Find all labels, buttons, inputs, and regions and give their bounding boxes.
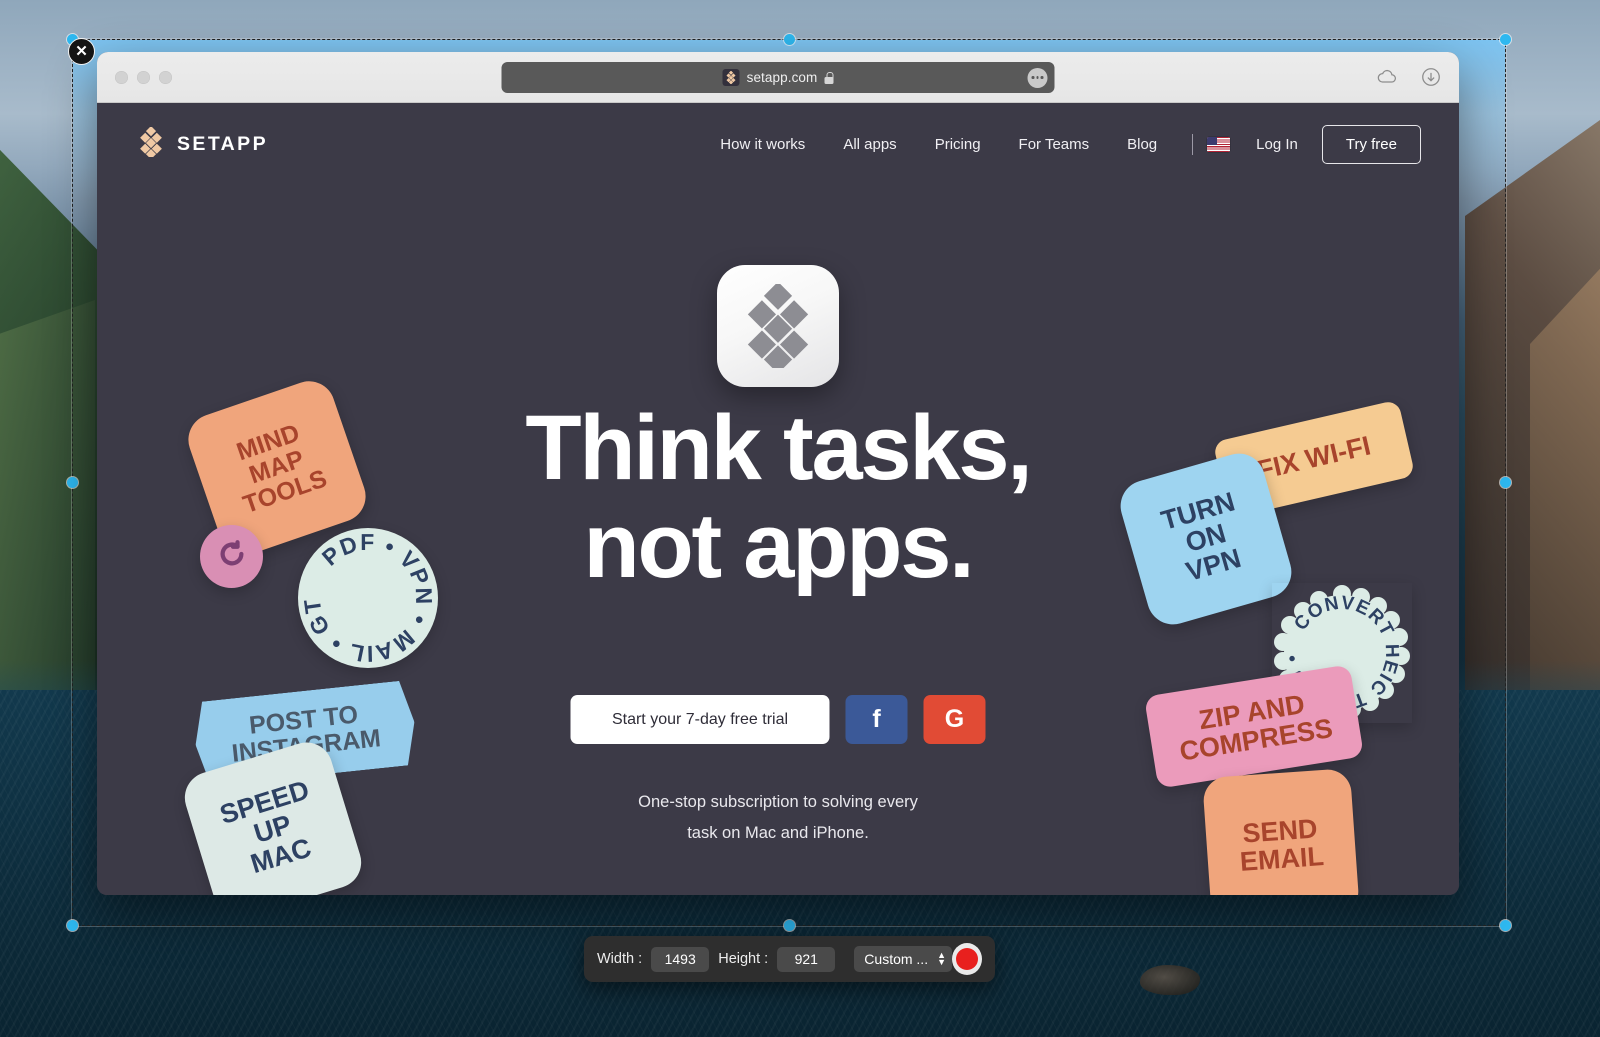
address-bar[interactable]: setapp.com [502,62,1055,93]
selection-handle-top-center[interactable] [784,34,795,45]
sticker-pdf-vpn-mail-gtd: PDF • VPN • MAIL • GTD • [298,528,438,668]
minimize-window-button[interactable] [137,71,150,84]
sticker-email-line-2: EMAIL [1239,843,1325,877]
nav-divider [1192,134,1193,155]
browser-window: setapp.com [97,52,1459,895]
selection-handle-bottom-center[interactable] [784,920,795,931]
height-input[interactable]: 921 [777,947,835,972]
selection-handle-bottom-left[interactable] [67,920,78,931]
nav-link-how-it-works[interactable]: How it works [701,136,824,153]
wallpaper-mountain-left-2 [0,300,95,720]
nav-link-pricing[interactable]: Pricing [916,136,1000,153]
setapp-landing-page: SETAPP How it works All apps Pricing For… [97,103,1459,895]
selection-handle-middle-left[interactable] [67,477,78,488]
zoom-window-button[interactable] [159,71,172,84]
us-flag-icon[interactable] [1207,137,1230,152]
chevron-up-down-icon: ▲▼ [937,953,946,965]
downloads-icon[interactable] [1420,66,1442,88]
brand-wordmark: SETAPP [177,133,268,156]
width-label: Width : [597,951,642,967]
sticker-send-email: SEND EMAIL [1202,768,1360,895]
browser-titlebar: setapp.com [97,52,1459,103]
google-signup-button[interactable]: G [924,695,986,744]
wallpaper-rock [1140,965,1200,995]
login-link[interactable]: Log In [1248,136,1306,153]
start-free-trial-button[interactable]: Start your 7-day free trial [571,695,830,744]
preset-select[interactable]: Custom ... ▲▼ [854,946,952,972]
close-icon[interactable]: ✕ [68,38,95,65]
width-input[interactable]: 1493 [651,947,709,972]
height-label: Height : [718,951,768,967]
svg-text:PDF • VPN • MAIL • GTD •: PDF • VPN • MAIL • GTD • [298,528,437,667]
nav-links: How it works All apps Pricing For Teams … [701,125,1421,164]
selection-handle-top-right[interactable] [1500,34,1511,45]
cta-row: Start your 7-day free trial f G [571,695,986,744]
setapp-diamond-logo-icon [138,127,164,162]
sticker-refresh-badge [200,525,263,588]
toolbar-right-icons [1376,66,1442,88]
refresh-icon [217,539,247,573]
nav-link-blog[interactable]: Blog [1108,136,1176,153]
address-bar-content: setapp.com [723,69,834,86]
nav-link-for-teams[interactable]: For Teams [1000,136,1109,153]
try-free-button[interactable]: Try free [1322,125,1421,164]
record-button[interactable] [952,943,982,975]
facebook-signup-button[interactable]: f [846,695,908,744]
setapp-app-icon [717,265,839,387]
more-options-icon[interactable] [1028,68,1048,88]
icloud-icon[interactable] [1376,66,1398,88]
url-text: setapp.com [747,70,818,85]
record-indicator-icon [956,948,978,970]
sticker-pdf-circle-text: PDF • VPN • MAIL • GTD • [298,528,437,667]
nav-link-all-apps[interactable]: All apps [824,136,915,153]
hero-section: Think tasks, not apps. Start your 7-day … [97,185,1459,895]
screenshot-controls-toolbar: Width : 1493 Height : 921 Custom ... ▲▼ [584,936,995,982]
window-traffic-lights[interactable] [115,71,172,84]
selection-handle-bottom-right[interactable] [1500,920,1511,931]
lock-icon [824,72,833,84]
close-window-button[interactable] [115,71,128,84]
setapp-logo[interactable]: SETAPP [138,127,268,162]
selection-handle-middle-right[interactable] [1500,477,1511,488]
site-navbar: SETAPP How it works All apps Pricing For… [97,103,1459,185]
setapp-favicon-icon [723,69,740,86]
sticker-fix-wifi-text: FIX WI-FI [1255,432,1374,485]
preset-select-value: Custom ... [864,951,928,967]
